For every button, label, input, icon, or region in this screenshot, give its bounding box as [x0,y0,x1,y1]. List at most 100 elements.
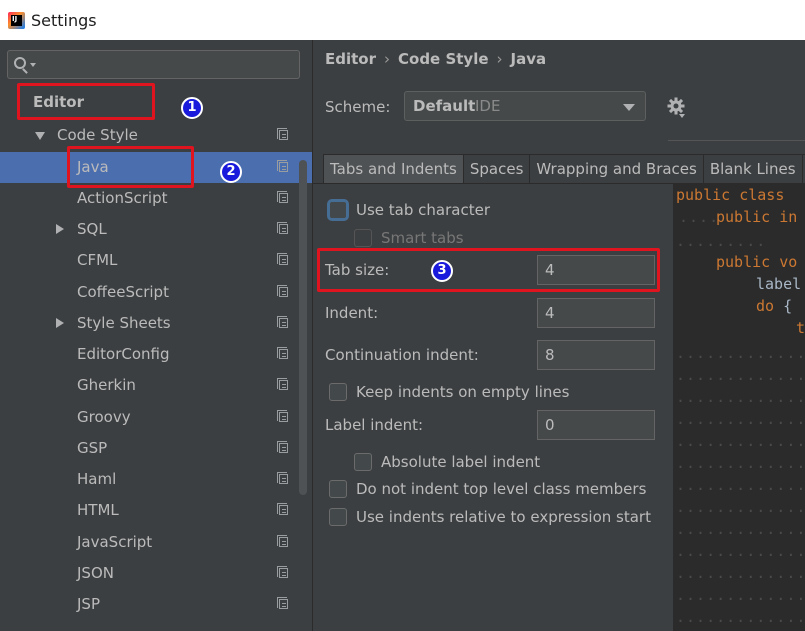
copy-icon [277,347,288,359]
annotation-badge-2: 2 [220,161,242,183]
tree-item-label: HTML [77,501,119,519]
search-icon [14,57,26,69]
tree-item-sql[interactable]: SQL [0,214,312,245]
breadcrumb-item: Java [510,50,547,68]
tree-item-json[interactable]: JSON [0,558,312,589]
tree-item-label: Groovy [77,408,131,426]
tab-bar: Tabs and Indents Spaces Wrapping and Bra… [323,154,805,184]
tree-scrollbar[interactable] [299,160,307,495]
tree-item-editorconfig[interactable]: EditorConfig [0,339,312,370]
absolute-label-indent-checkbox[interactable] [354,453,372,471]
chevron-down-icon [679,114,685,118]
tree-item-label: Style Sheets [77,314,171,332]
tree-item-gsp[interactable]: GSP [0,433,312,464]
chevron-down-icon [623,104,635,111]
tree-item-groovy[interactable]: Groovy [0,402,312,433]
copy-icon [277,191,288,203]
breadcrumb-item: Editor [325,50,376,68]
indent-label: Indent: [325,304,379,322]
tree-item-javascript[interactable]: JavaScript [0,527,312,558]
checkbox-label: Use indents relative to expression start [356,508,651,526]
indent-input[interactable]: 4 [537,298,655,328]
code-line: do { [756,297,793,315]
copy-icon [277,566,288,578]
tree-item-label: CFML [77,251,118,269]
copy-icon [277,316,288,328]
settings-tree-panel: Editor Code Style Java ActionScript SQL … [0,40,312,631]
code-line: label [756,275,802,293]
tree-item-style-sheets[interactable]: Style Sheets [0,308,312,339]
gear-icon[interactable] [667,97,685,115]
code-preview: public class .... public in public vo lab… [673,184,805,631]
tree-item-label: EditorConfig [77,345,170,363]
divider [668,140,805,141]
copy-icon [277,410,288,422]
expand-arrow-icon[interactable] [35,132,45,140]
title-bar: IJ Settings [0,0,805,40]
annotation-badge-1: 1 [181,97,203,119]
scheme-name: Default [413,97,476,115]
copy-icon [277,285,288,297]
annotation-badge-3: 3 [431,260,453,282]
continuation-indent-label: Continuation indent: [325,346,479,364]
no-indent-top-level-checkbox[interactable] [329,480,347,498]
copy-icon [277,597,288,609]
copy-icon [277,441,288,453]
breadcrumb: Editor › Code Style › Java [325,50,546,68]
scheme-label: Scheme: [325,98,391,116]
tree-item-label: Haml [77,470,117,488]
code-line: public class [676,186,785,204]
scheme-type: IDE [475,97,501,115]
tree-item-label: JSP [77,595,100,613]
tree-item-cfml[interactable]: CFML [0,245,312,276]
search-input[interactable] [7,50,300,79]
copy-icon [277,222,288,234]
keep-indents-checkbox[interactable] [329,383,347,401]
checkbox-label: Use tab character [356,201,490,219]
tree-item-haml[interactable]: Haml [0,464,312,495]
tree-item-label: JSON [77,564,114,582]
checkbox-label: Absolute label indent [381,453,541,471]
tree-item-label: Gherkin [77,376,136,394]
copy-icon [277,160,288,172]
tree-item-coffeescript[interactable]: CoffeeScript [0,277,312,308]
code-line: .... public in [679,208,798,226]
tree-item-html[interactable]: HTML [0,495,312,526]
copy-icon [277,128,288,140]
tree-item-label: SQL [77,220,107,238]
continuation-indent-input[interactable]: 8 [537,340,655,370]
tab-blank-lines[interactable]: Blank Lines [703,154,803,184]
smart-tabs-checkbox [354,229,372,247]
label-indent-input[interactable]: 0 [537,410,655,440]
expand-arrow-icon[interactable] [56,318,64,328]
use-tab-character-checkbox[interactable] [329,201,347,219]
annotation-box-editor [17,83,155,120]
copy-icon [277,472,288,484]
tab-spaces[interactable]: Spaces [463,154,531,184]
copy-icon [277,378,288,390]
annotation-box-tab-size [317,248,660,292]
tree-item-label: CoffeeScript [77,283,169,301]
copy-icon [277,253,288,265]
tree-item-jsp[interactable]: JSP [0,589,312,620]
code-line: public vo [716,253,798,271]
code-line: t [796,319,805,337]
tab-tabs-and-indents[interactable]: Tabs and Indents [323,154,464,184]
tree-item-gherkin[interactable]: Gherkin [0,370,312,401]
tree-item-label: JavaScript [77,533,153,551]
code-style-settings-panel: Editor › Code Style › Java Scheme: Default I… [313,40,805,631]
breadcrumb-item: Code Style [398,50,489,68]
use-indents-relative-checkbox[interactable] [329,508,347,526]
scheme-dropdown[interactable]: Default IDE [404,91,646,121]
expand-arrow-icon[interactable] [56,224,64,234]
checkbox-label: Smart tabs [381,229,464,247]
intellij-idea-icon: IJ [8,12,25,29]
copy-icon [277,503,288,515]
chevron-down-icon[interactable] [30,63,36,67]
copy-icon [277,535,288,547]
checkbox-label: Keep indents on empty lines [356,383,570,401]
checkbox-label: Do not indent top level class members [356,480,647,498]
tab-wrapping-and-braces[interactable]: Wrapping and Braces [530,154,704,184]
breadcrumb-separator: › [496,50,503,68]
tree-item-label: GSP [77,439,108,457]
